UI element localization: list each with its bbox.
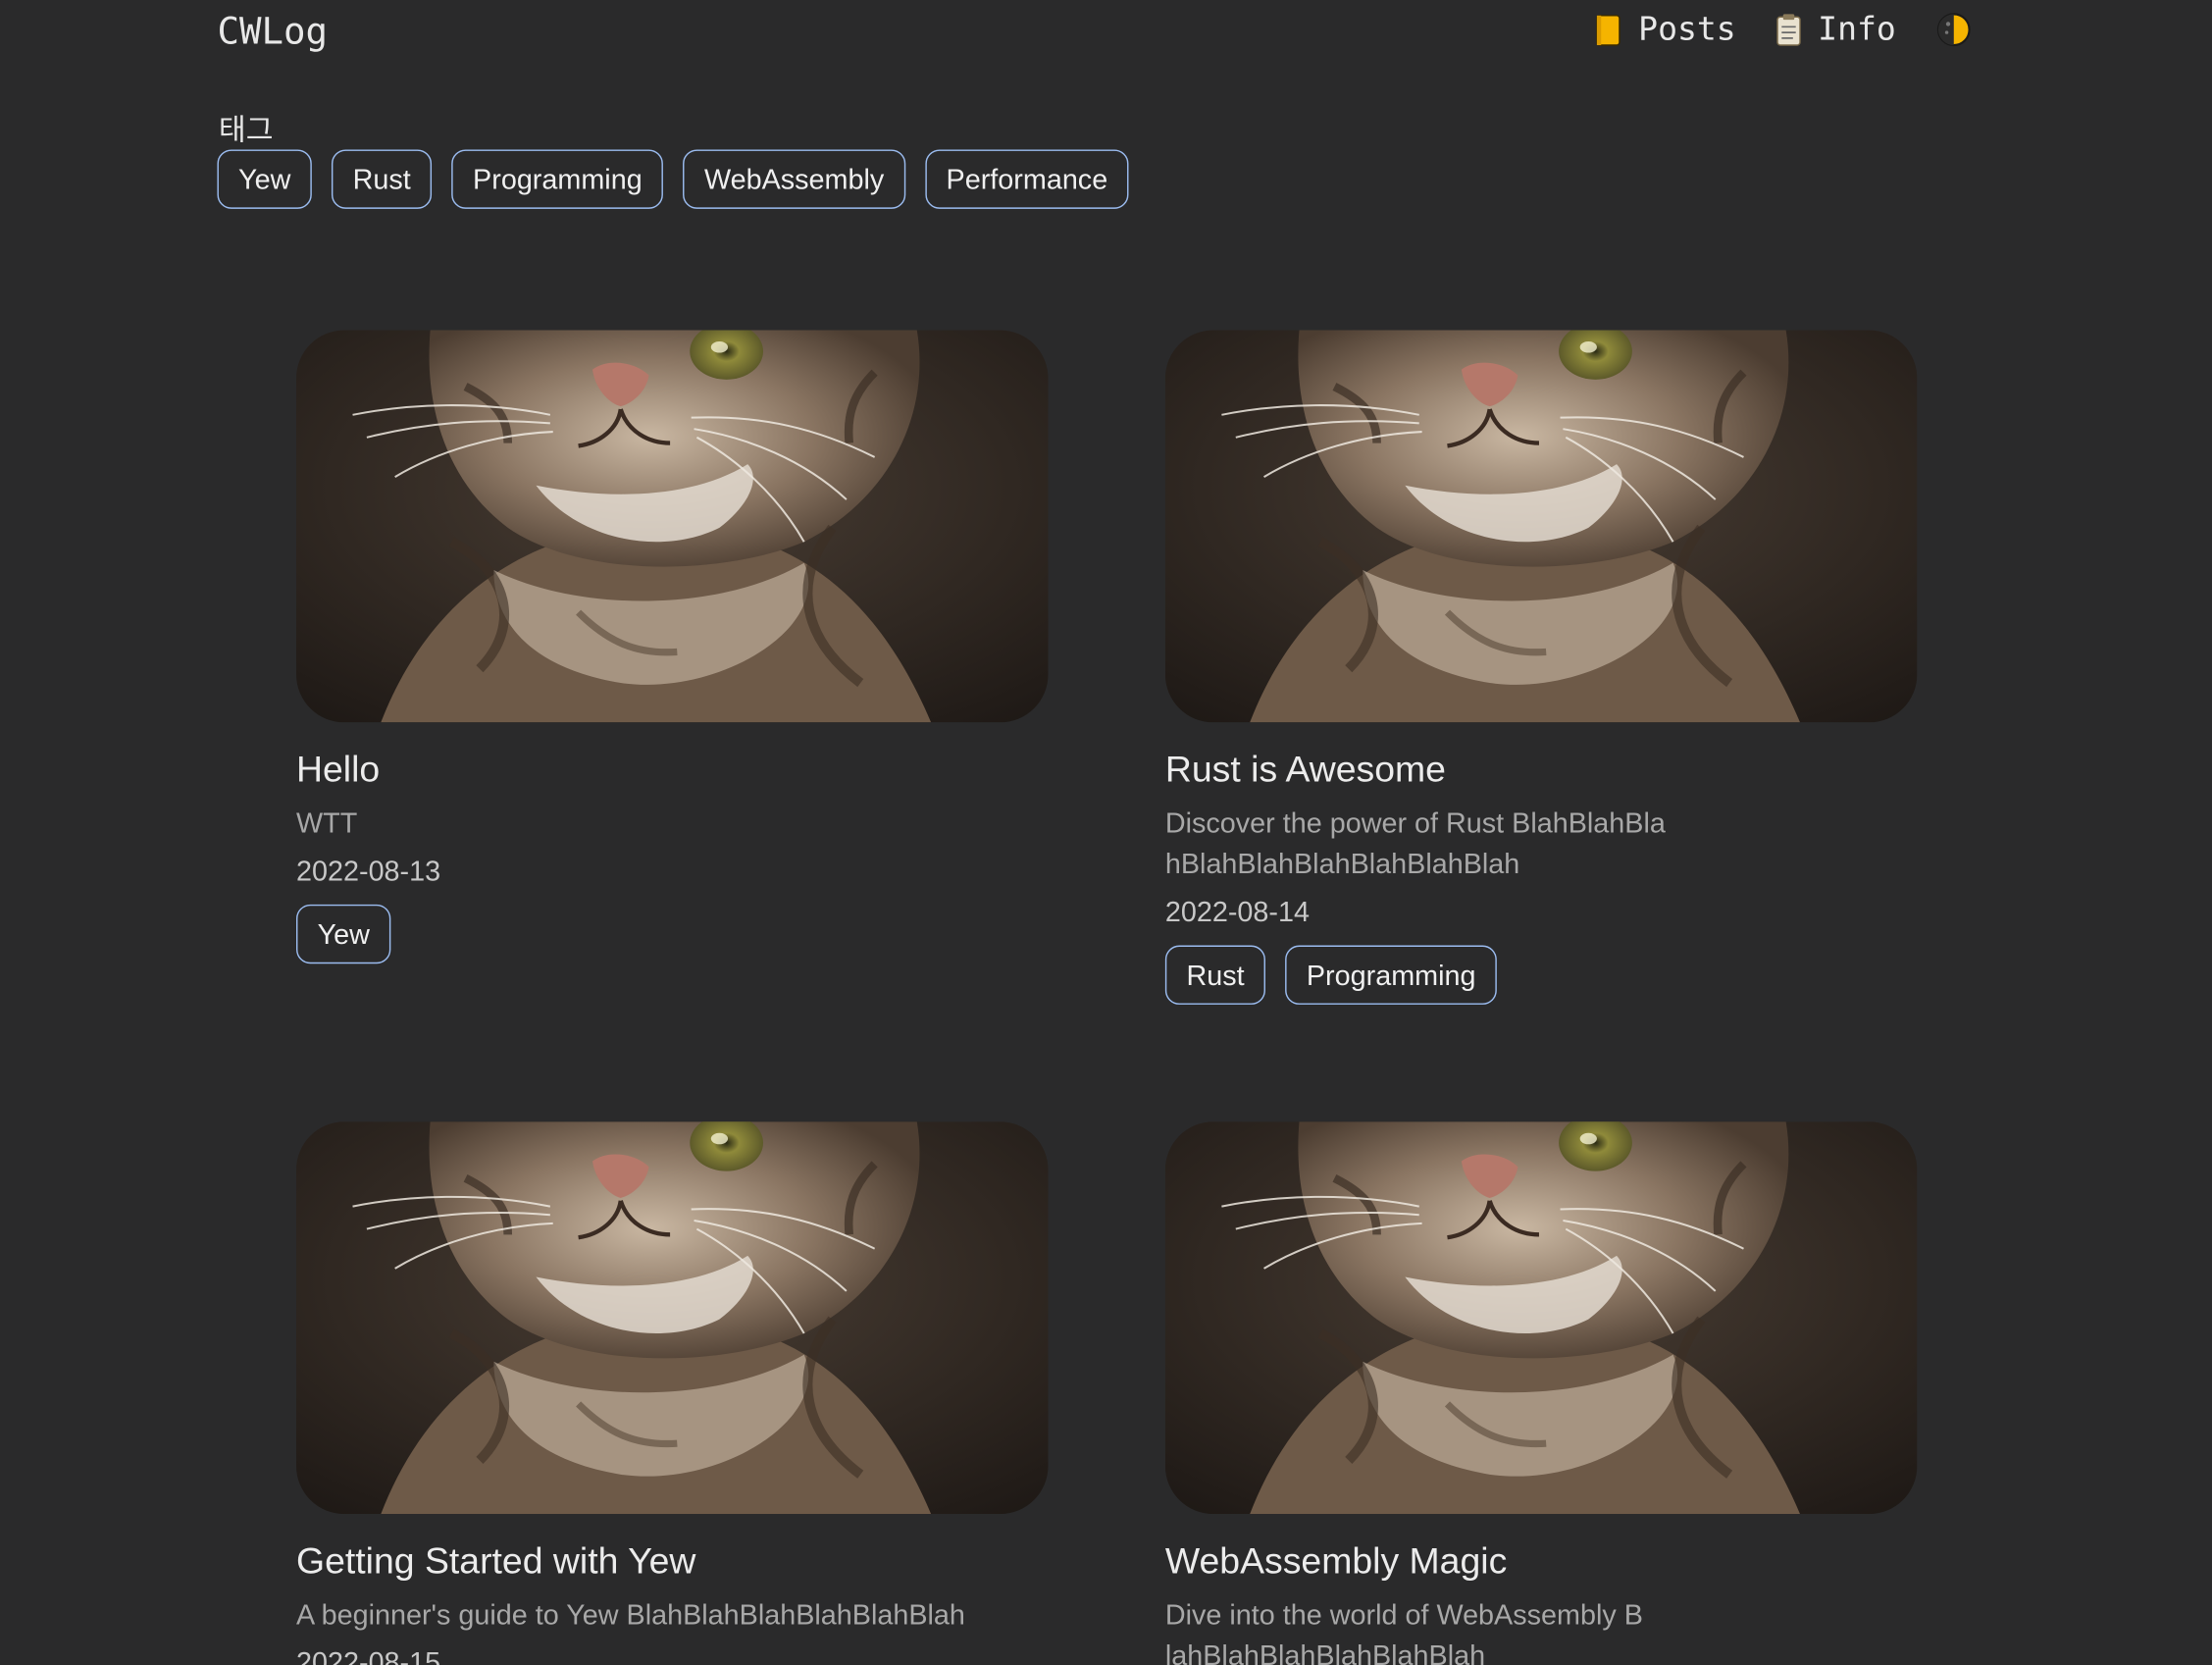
post-description: WTT bbox=[296, 808, 358, 840]
tag-filter-webassembly[interactable]: WebAssembly bbox=[683, 149, 905, 209]
post-tag-list: Rust Programming bbox=[1164, 945, 1918, 1005]
post-title[interactable]: Getting Started with Yew bbox=[296, 1536, 1049, 1585]
post-card[interactable]: Rust is Awesome Discover the power of Ru… bbox=[1164, 331, 1918, 1005]
post-description: Discover the power of Rust BlahBlahBlahB… bbox=[1164, 808, 1666, 881]
post-card[interactable]: Hello WTT 2022-08-13 Yew bbox=[296, 331, 1049, 964]
nav-posts-link[interactable]: Posts bbox=[1596, 12, 1736, 48]
nav-info-label: Info bbox=[1818, 11, 1896, 48]
post-date: 2022-08-15 bbox=[296, 1647, 441, 1665]
post-card[interactable]: Getting Started with Yew A beginner's gu… bbox=[296, 1121, 1049, 1665]
post-description: A beginner's guide to Yew BlahBlahBlahBl… bbox=[296, 1599, 965, 1632]
tag-filter-programming[interactable]: Programming bbox=[451, 149, 664, 209]
post-title[interactable]: Rust is Awesome bbox=[1165, 745, 1918, 793]
post-date: 2022-08-13 bbox=[296, 856, 441, 888]
post-tag[interactable]: Programming bbox=[1285, 945, 1498, 1005]
post-title[interactable]: Hello bbox=[296, 745, 1049, 793]
post-thumbnail-image[interactable] bbox=[1165, 1121, 1918, 1514]
tags-heading: 태그 bbox=[218, 113, 274, 147]
nav-posts-label: Posts bbox=[1638, 11, 1736, 48]
post-tag-list: Yew bbox=[296, 904, 1049, 964]
page: CWLog Posts Info 태그 Yew Rust Programming… bbox=[0, 0, 2212, 1665]
post-date: 2022-08-14 bbox=[1164, 897, 1311, 929]
post-thumbnail-image[interactable] bbox=[1165, 331, 1918, 723]
top-nav: Posts Info bbox=[1596, 12, 1972, 48]
post-tag[interactable]: Yew bbox=[296, 904, 391, 964]
notebook-icon bbox=[1596, 15, 1621, 46]
tag-filter-yew[interactable]: Yew bbox=[217, 149, 312, 209]
clipboard-icon bbox=[1775, 14, 1801, 46]
post-tag[interactable]: Rust bbox=[1164, 945, 1266, 1005]
post-card[interactable]: WebAssembly Magic Dive into the world of… bbox=[1164, 1121, 1918, 1665]
post-title[interactable]: WebAssembly Magic bbox=[1165, 1536, 1918, 1585]
post-description: Dive into the world of WebAssembly BlahB… bbox=[1164, 1599, 1643, 1665]
post-thumbnail-image[interactable] bbox=[296, 1121, 1049, 1514]
post-thumbnail-image[interactable] bbox=[296, 331, 1049, 723]
tag-filter-performance[interactable]: Performance bbox=[924, 149, 1129, 209]
theme-toggle-icon[interactable] bbox=[1935, 12, 1972, 48]
nav-info-link[interactable]: Info bbox=[1775, 12, 1896, 48]
tag-filter-list: Yew Rust Programming WebAssembly Perform… bbox=[217, 149, 1129, 209]
site-logo[interactable]: CWLog bbox=[217, 12, 328, 54]
tag-filter-rust[interactable]: Rust bbox=[332, 149, 433, 209]
